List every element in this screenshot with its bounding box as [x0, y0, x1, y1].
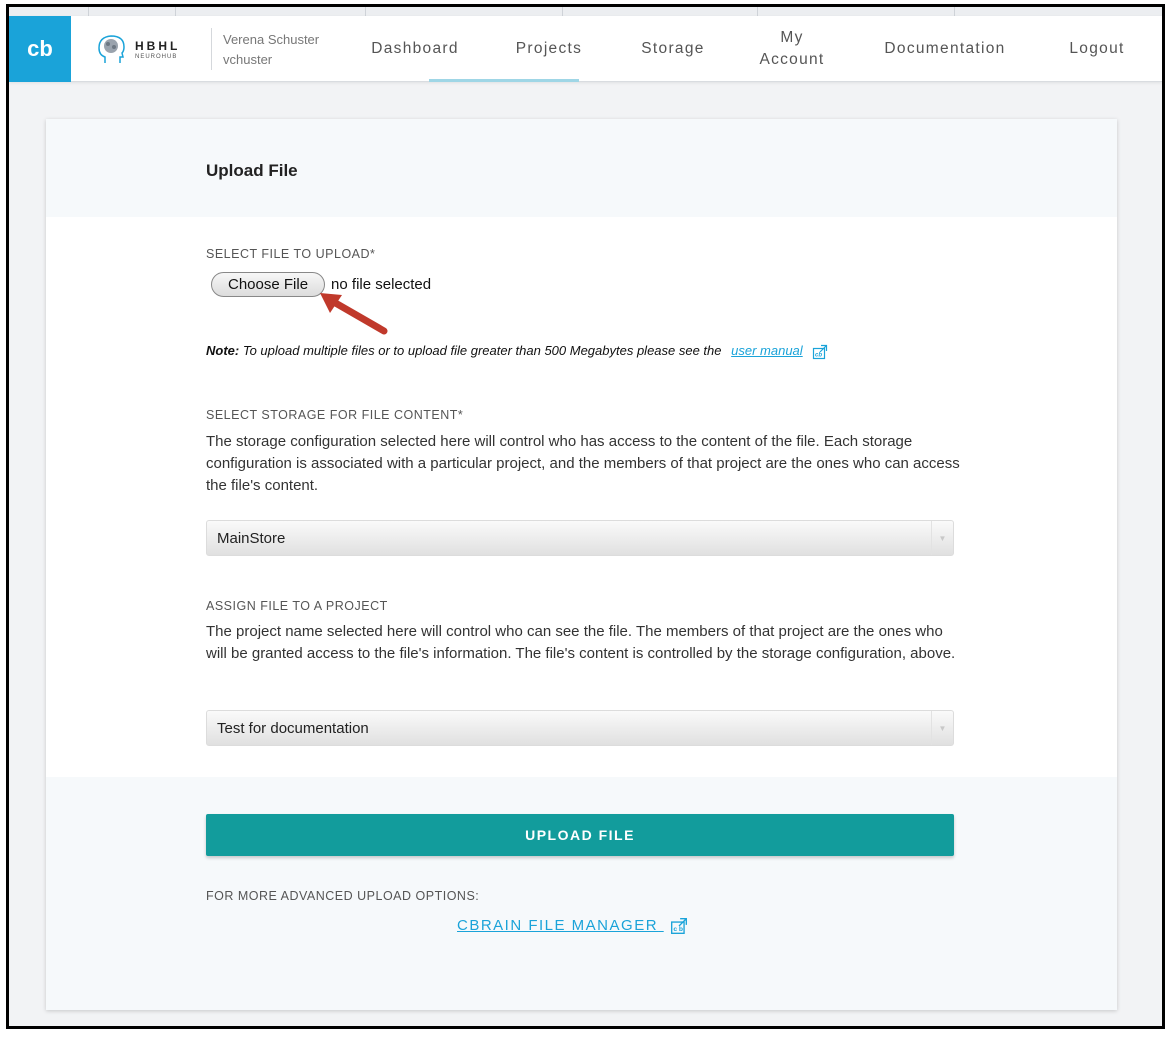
upload-file-button[interactable]: UPLOAD FILE: [206, 814, 954, 856]
project-label: ASSIGN FILE TO A PROJECT: [206, 599, 388, 613]
nav-dashboard[interactable]: Dashboard: [359, 16, 471, 82]
page-title: Upload File: [206, 161, 298, 180]
user-manual-link[interactable]: user manual: [731, 343, 803, 358]
advanced-options-label: FOR MORE ADVANCED UPLOAD OPTIONS:: [206, 889, 480, 903]
project-selected-value: Test for documentation: [217, 719, 369, 737]
caret-down-icon: ▼: [931, 711, 953, 745]
brain-head-icon: [98, 35, 125, 63]
nav-logout[interactable]: Logout: [1061, 16, 1133, 82]
upload-file-card: Upload File SELECT FILE TO UPLOAD* Choos…: [46, 119, 1117, 1010]
nav-my-account[interactable]: My Account: [747, 16, 837, 82]
screenshot-frame: cb HBHL NEUROHUB Verena Schuster vchuste…: [6, 4, 1165, 1029]
storage-label: SELECT STORAGE FOR FILE CONTENT*: [206, 408, 464, 422]
user-info: Verena Schuster vchuster: [223, 30, 319, 70]
top-navbar: cb HBHL NEUROHUB Verena Schuster vchuste…: [9, 16, 1162, 82]
svg-text:cb: cb: [815, 352, 822, 358]
external-link-icon: cb: [670, 918, 687, 935]
caret-down-icon: ▼: [931, 521, 953, 555]
user-full-name: Verena Schuster: [223, 32, 320, 47]
nav-my-account-line1: My: [780, 29, 804, 46]
nav-my-account-line2: Account: [759, 51, 825, 68]
hbhl-logo[interactable]: HBHL NEUROHUB: [95, 30, 195, 70]
storage-selected-value: MainStore: [217, 529, 286, 547]
nav-documentation[interactable]: Documentation: [871, 16, 1019, 82]
storage-description: The storage configuration selected here …: [206, 433, 960, 494]
card-header: Upload File: [46, 119, 1117, 217]
project-description: The project name selected here will cont…: [206, 623, 956, 662]
project-select[interactable]: Test for documentation ▼: [206, 710, 954, 746]
upload-note: Note: To upload multiple files or to upl…: [206, 343, 828, 360]
cbrain-file-manager-link[interactable]: CBRAIN FILE MANAGER cb: [457, 917, 688, 935]
annotation-arrow: [320, 293, 388, 335]
hbhl-subtitle: NEUROHUB: [135, 54, 178, 60]
note-prefix: Note:: [206, 343, 240, 358]
cbrain-file-manager-text: CBRAIN FILE MANAGER: [457, 917, 659, 934]
nav-active-indicator: [429, 79, 579, 82]
external-link-icon[interactable]: cb: [812, 344, 828, 360]
note-text: To upload multiple files or to upload fi…: [242, 343, 722, 358]
hbhl-title: HBHL: [135, 39, 181, 53]
nav-storage[interactable]: Storage: [623, 16, 723, 82]
file-upload-label: SELECT FILE TO UPLOAD*: [206, 247, 376, 261]
storage-select[interactable]: MainStore ▼: [206, 520, 954, 556]
browser-tab-strip: [9, 7, 1162, 16]
user-username: vchuster: [223, 52, 273, 67]
cbrain-logo[interactable]: cb: [9, 16, 71, 82]
choose-file-button[interactable]: Choose File: [211, 272, 326, 297]
navbar-divider: [211, 28, 212, 70]
svg-text:cb: cb: [673, 926, 684, 933]
nav-projects[interactable]: Projects: [499, 16, 599, 82]
